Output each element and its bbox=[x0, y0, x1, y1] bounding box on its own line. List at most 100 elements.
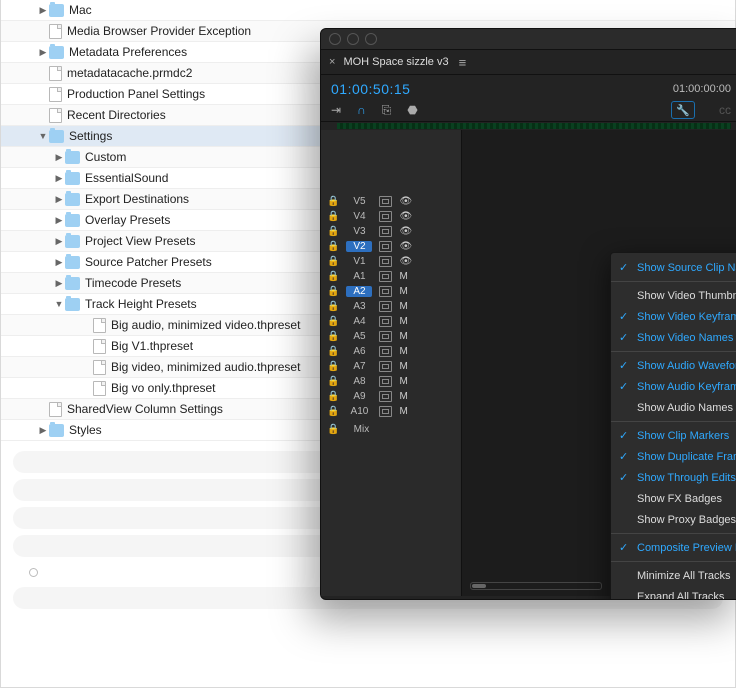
track-visibility-icon[interactable]: 👁 bbox=[399, 226, 412, 237]
lock-icon[interactable]: 🔒 bbox=[327, 256, 339, 267]
sync-lock-icon[interactable] bbox=[379, 346, 392, 357]
timeline-settings-button[interactable]: 🔧 bbox=[671, 101, 695, 119]
sync-lock-icon[interactable] bbox=[379, 226, 392, 237]
lock-icon[interactable]: 🔒 bbox=[327, 211, 339, 222]
track-header[interactable]: 🔒 V4 👁 bbox=[321, 209, 461, 224]
lock-icon[interactable]: 🔒 bbox=[327, 361, 339, 372]
scrollbar-thumb[interactable] bbox=[472, 584, 486, 588]
track-target-toggle[interactable]: V2 bbox=[346, 241, 372, 252]
lock-icon[interactable]: 🔒 bbox=[327, 241, 339, 252]
track-target-toggle[interactable]: V4 bbox=[346, 211, 372, 222]
disclosure-arrow-icon[interactable]: ▶ bbox=[53, 173, 65, 184]
lock-icon[interactable]: 🔒 bbox=[327, 226, 339, 237]
track-target-toggle[interactable]: A7 bbox=[346, 361, 372, 372]
menu-item[interactable]: ✓Show Duplicate Frame Markers bbox=[611, 446, 736, 467]
menu-item[interactable]: Expand All Tracks bbox=[611, 586, 736, 600]
playhead-timecode[interactable]: 01:00:50:15 bbox=[331, 81, 410, 97]
sync-lock-icon[interactable] bbox=[379, 241, 392, 252]
snap-icon[interactable]: ∩ bbox=[357, 103, 366, 117]
menu-item[interactable]: ✓Show Audio Keyframes bbox=[611, 376, 736, 397]
track-header[interactable]: 🔒A6M bbox=[321, 344, 461, 359]
track-mute-button[interactable]: M bbox=[399, 391, 407, 402]
sync-lock-icon[interactable] bbox=[379, 211, 392, 222]
track-header[interactable]: 🔒 A3 M bbox=[321, 299, 461, 314]
track-header[interactable]: 🔒A2M bbox=[321, 284, 461, 299]
track-mute-button[interactable]: M bbox=[399, 376, 407, 387]
track-target-toggle[interactable]: A1 bbox=[346, 271, 372, 282]
disclosure-arrow-icon[interactable]: ▶ bbox=[53, 215, 65, 226]
track-mute-button[interactable]: M bbox=[399, 301, 407, 312]
sync-lock-icon[interactable] bbox=[379, 331, 392, 342]
track-mute-button[interactable]: M bbox=[399, 361, 407, 372]
linked-selection-icon[interactable]: ⎘ bbox=[382, 103, 392, 118]
cc-icon[interactable]: cc bbox=[719, 103, 731, 117]
track-visibility-icon[interactable]: 👁 bbox=[399, 256, 412, 267]
traffic-zoom-icon[interactable] bbox=[365, 33, 377, 45]
track-mute-button[interactable]: M bbox=[399, 346, 407, 357]
insert-mode-icon[interactable]: ⇥ bbox=[331, 103, 341, 117]
track-header[interactable]: 🔒A10M bbox=[321, 404, 461, 419]
track-target-toggle[interactable]: V1 bbox=[346, 256, 372, 267]
sync-lock-icon[interactable] bbox=[379, 286, 392, 297]
menu-item[interactable]: ✓Composite Preview During Trim bbox=[611, 537, 736, 558]
traffic-min-icon[interactable] bbox=[347, 33, 359, 45]
track-header[interactable]: 🔒 A1 M bbox=[321, 269, 461, 284]
lock-icon[interactable]: 🔒 bbox=[327, 331, 339, 342]
track-target-toggle[interactable]: V3 bbox=[346, 226, 372, 237]
track-header[interactable]: 🔒 A9 M bbox=[321, 389, 461, 404]
traffic-close-icon[interactable] bbox=[329, 33, 341, 45]
panel-menu-icon[interactable]: ≡ bbox=[459, 55, 467, 70]
track-target-toggle[interactable]: A3 bbox=[346, 301, 372, 312]
track-header[interactable]: 🔒 A8 M bbox=[321, 374, 461, 389]
menu-item[interactable]: ✓Show Clip Markers bbox=[611, 425, 736, 446]
disclosure-arrow-icon[interactable]: ▶ bbox=[37, 47, 49, 58]
track-target-toggle[interactable]: A9 bbox=[346, 391, 372, 402]
track-target-toggle[interactable]: A10 bbox=[346, 406, 372, 417]
menu-item[interactable]: ✓Show Through Edits bbox=[611, 467, 736, 488]
track-header[interactable]: 🔒 A5 M bbox=[321, 329, 461, 344]
track-visibility-icon[interactable]: 👁 bbox=[399, 211, 412, 222]
menu-item[interactable]: ✓Show Video Names bbox=[611, 327, 736, 348]
menu-item[interactable]: Show FX Badges bbox=[611, 488, 736, 509]
track-target-toggle[interactable]: V5 bbox=[346, 196, 372, 207]
track-visibility-icon[interactable]: 👁 bbox=[399, 241, 412, 252]
disclosure-arrow-icon[interactable]: ▶ bbox=[37, 5, 49, 16]
lock-icon[interactable]: 🔒 bbox=[327, 376, 339, 387]
track-mute-button[interactable]: M bbox=[399, 271, 407, 282]
lock-icon[interactable]: 🔒 bbox=[327, 391, 339, 402]
titlebar[interactable] bbox=[321, 29, 736, 50]
lock-icon[interactable]: 🔒 bbox=[327, 316, 339, 327]
disclosure-arrow-icon[interactable]: ▶ bbox=[53, 257, 65, 268]
disclosure-arrow-icon[interactable]: ▼ bbox=[53, 299, 65, 309]
marker-icon[interactable]: ⬣ bbox=[407, 103, 417, 117]
disclosure-arrow-icon[interactable]: ▶ bbox=[53, 152, 65, 163]
menu-item[interactable]: Show Video Thumbnails bbox=[611, 285, 736, 306]
lock-icon[interactable]: 🔒 bbox=[327, 196, 339, 207]
track-mute-button[interactable]: M bbox=[399, 331, 407, 342]
lock-icon[interactable]: 🔒 bbox=[327, 271, 339, 282]
lock-icon[interactable]: 🔒 bbox=[327, 424, 339, 435]
track-target-toggle[interactable]: A5 bbox=[346, 331, 372, 342]
sync-lock-icon[interactable] bbox=[379, 406, 392, 417]
lock-icon[interactable]: 🔒 bbox=[327, 301, 339, 312]
lock-icon[interactable]: 🔒 bbox=[327, 346, 339, 357]
menu-item[interactable]: Show Audio Names bbox=[611, 397, 736, 418]
timeline-clip-area[interactable]: ✓Show Source Clip Name and Label Show Vid… bbox=[462, 130, 736, 596]
menu-item[interactable]: ✓Show Source Clip Name and Label bbox=[611, 257, 736, 278]
track-target-toggle[interactable]: A8 bbox=[346, 376, 372, 387]
track-visibility-icon[interactable]: 👁 bbox=[399, 196, 412, 207]
disclosure-arrow-icon[interactable]: ▶ bbox=[53, 236, 65, 247]
time-ruler[interactable] bbox=[321, 122, 736, 130]
sync-lock-icon[interactable] bbox=[379, 391, 392, 402]
menu-item[interactable]: ✓Show Video Keyframes bbox=[611, 306, 736, 327]
track-mute-button[interactable]: M bbox=[399, 286, 407, 297]
disclosure-arrow-icon[interactable]: ▶ bbox=[53, 278, 65, 289]
sync-lock-icon[interactable] bbox=[379, 301, 392, 312]
folder-row[interactable]: ▶Mac bbox=[1, 0, 735, 21]
menu-item[interactable]: ✓Show Audio Waveform bbox=[611, 355, 736, 376]
sync-lock-icon[interactable] bbox=[379, 361, 392, 372]
track-header[interactable]: 🔒 V5 👁 bbox=[321, 194, 461, 209]
disclosure-arrow-icon[interactable]: ▼ bbox=[37, 131, 49, 141]
sync-lock-icon[interactable] bbox=[379, 271, 392, 282]
menu-item[interactable]: Show Proxy Badges bbox=[611, 509, 736, 530]
